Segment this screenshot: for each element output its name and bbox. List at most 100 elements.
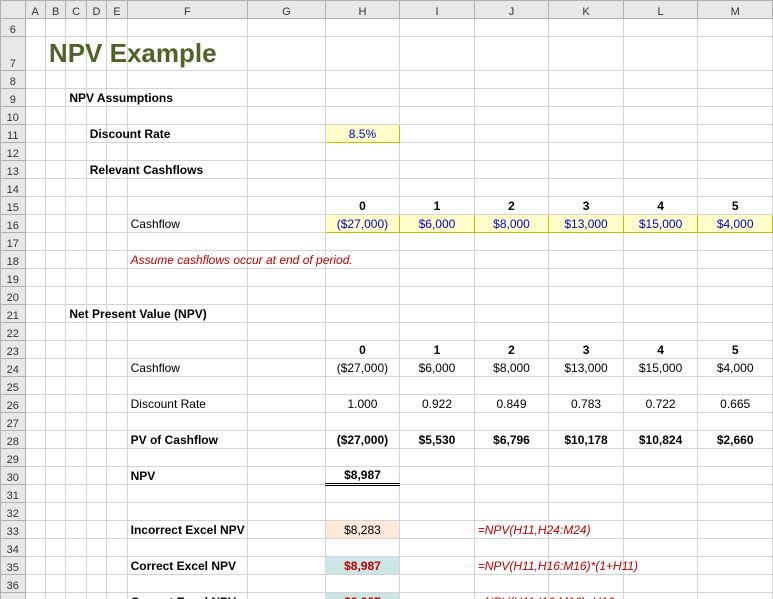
row-36[interactable]: 36 bbox=[1, 575, 773, 593]
cell-F30[interactable]: NPV bbox=[127, 467, 247, 485]
cell-L24[interactable]: $15,000 bbox=[623, 359, 698, 377]
row-16[interactable]: 16 Cashflow ($27,000) $6,000 $8,000 $13,… bbox=[1, 215, 773, 233]
col-header-I[interactable]: I bbox=[400, 1, 475, 19]
row-header-15[interactable]: 15 bbox=[1, 197, 26, 215]
cell-H15[interactable]: 0 bbox=[325, 197, 400, 215]
col-header-F[interactable]: F bbox=[127, 1, 247, 19]
row-7[interactable]: 7 NPV Example bbox=[1, 37, 773, 71]
row-12[interactable]: 12 bbox=[1, 143, 773, 161]
cell-I15[interactable]: 1 bbox=[400, 197, 475, 215]
row-header-21[interactable]: 21 bbox=[1, 305, 26, 323]
row-header-16[interactable]: 16 bbox=[1, 215, 26, 233]
row-37[interactable]: 37 Correct Excel NPV $8,987 =NPV(H11,I16… bbox=[1, 593, 773, 599]
cell-J35[interactable]: =NPV(H11,H16:M16)*(1+H11) bbox=[474, 557, 549, 575]
row-header-19[interactable]: 19 bbox=[1, 269, 26, 287]
row-34[interactable]: 34 bbox=[1, 539, 773, 557]
cell-J37[interactable]: =NPV(H11,I16:M16)+H16 bbox=[474, 593, 549, 599]
cell-J23[interactable]: 2 bbox=[474, 341, 549, 359]
cell-D11[interactable]: Discount Rate bbox=[86, 125, 106, 143]
cell-K23[interactable]: 3 bbox=[549, 341, 624, 359]
row-header-23[interactable]: 23 bbox=[1, 341, 26, 359]
row-header-35[interactable]: 35 bbox=[1, 557, 26, 575]
row-header-20[interactable]: 20 bbox=[1, 287, 26, 305]
row-26[interactable]: 26 Discount Rate 1.000 0.922 0.849 0.783… bbox=[1, 395, 773, 413]
row-header-9[interactable]: 9 bbox=[1, 89, 26, 107]
cell-I28[interactable]: $5,530 bbox=[400, 431, 475, 449]
cell-F16[interactable]: Cashflow bbox=[127, 215, 247, 233]
row-header-7[interactable]: 7 bbox=[1, 37, 26, 71]
row-18[interactable]: 18 Assume cashflows occur at end of peri… bbox=[1, 251, 773, 269]
cell-M24[interactable]: $4,000 bbox=[698, 359, 773, 377]
row-14[interactable]: 14 bbox=[1, 179, 773, 197]
row-19[interactable]: 19 bbox=[1, 269, 773, 287]
cell-C9[interactable]: NPV Assumptions bbox=[66, 89, 86, 107]
row-35[interactable]: 35 Correct Excel NPV $8,987 =NPV(H11,H16… bbox=[1, 557, 773, 575]
row-10[interactable]: 10 bbox=[1, 107, 773, 125]
col-header-J[interactable]: J bbox=[474, 1, 549, 19]
cell-L16[interactable]: $15,000 bbox=[623, 215, 698, 233]
row-header-18[interactable]: 18 bbox=[1, 251, 26, 269]
row-header-13[interactable]: 13 bbox=[1, 161, 26, 179]
cell-F24[interactable]: Cashflow bbox=[127, 359, 247, 377]
cell-F28[interactable]: PV of Cashflow bbox=[127, 431, 247, 449]
col-header-E[interactable]: E bbox=[107, 1, 127, 19]
cell-J26[interactable]: 0.849 bbox=[474, 395, 549, 413]
cell-F33[interactable]: Incorrect Excel NPV bbox=[127, 521, 247, 539]
cell-K15[interactable]: 3 bbox=[549, 197, 624, 215]
row-23[interactable]: 23 0 1 2 3 4 5 bbox=[1, 341, 773, 359]
select-all-corner[interactable] bbox=[1, 1, 26, 19]
cell-I24[interactable]: $6,000 bbox=[400, 359, 475, 377]
row-8[interactable]: 8 bbox=[1, 71, 773, 89]
cell-H33[interactable]: $8,283 bbox=[325, 521, 400, 539]
col-header-D[interactable]: D bbox=[86, 1, 106, 19]
row-13[interactable]: 13 Relevant Cashflows bbox=[1, 161, 773, 179]
cell-K16[interactable]: $13,000 bbox=[549, 215, 624, 233]
row-11[interactable]: 11 Discount Rate 8.5% bbox=[1, 125, 773, 143]
cell-B7[interactable]: NPV Example bbox=[45, 37, 65, 71]
row-header-12[interactable]: 12 bbox=[1, 143, 26, 161]
cell-K28[interactable]: $10,178 bbox=[549, 431, 624, 449]
row-header-22[interactable]: 22 bbox=[1, 323, 26, 341]
row-31[interactable]: 31 bbox=[1, 485, 773, 503]
col-header-B[interactable]: B bbox=[45, 1, 65, 19]
cell-J15[interactable]: 2 bbox=[474, 197, 549, 215]
row-header-34[interactable]: 34 bbox=[1, 539, 26, 557]
cell-I26[interactable]: 0.922 bbox=[400, 395, 475, 413]
row-header-28[interactable]: 28 bbox=[1, 431, 26, 449]
row-20[interactable]: 20 bbox=[1, 287, 773, 305]
row-29[interactable]: 29 bbox=[1, 449, 773, 467]
row-header-37[interactable]: 37 bbox=[1, 593, 26, 599]
row-15[interactable]: 15 0 1 2 3 4 5 bbox=[1, 197, 773, 215]
row-25[interactable]: 25 bbox=[1, 377, 773, 395]
row-9[interactable]: 9 NPV Assumptions bbox=[1, 89, 773, 107]
cell-I23[interactable]: 1 bbox=[400, 341, 475, 359]
row-21[interactable]: 21 Net Present Value (NPV) bbox=[1, 305, 773, 323]
cell-J16[interactable]: $8,000 bbox=[474, 215, 549, 233]
row-header-14[interactable]: 14 bbox=[1, 179, 26, 197]
cell-F26[interactable]: Discount Rate bbox=[127, 395, 247, 413]
cell-J24[interactable]: $8,000 bbox=[474, 359, 549, 377]
grid[interactable]: A B C D E F G H I J K L M 6 7 NPV Exampl… bbox=[0, 0, 773, 599]
col-header-M[interactable]: M bbox=[698, 1, 773, 19]
row-header-30[interactable]: 30 bbox=[1, 467, 26, 485]
row-28[interactable]: 28 PV of Cashflow ($27,000) $5,530 $6,79… bbox=[1, 431, 773, 449]
cell-H37[interactable]: $8,987 bbox=[325, 593, 400, 599]
row-header-11[interactable]: 11 bbox=[1, 125, 26, 143]
row-header-26[interactable]: 26 bbox=[1, 395, 26, 413]
row-header-17[interactable]: 17 bbox=[1, 233, 26, 251]
row-24[interactable]: 24 Cashflow ($27,000) $6,000 $8,000 $13,… bbox=[1, 359, 773, 377]
cell-H26[interactable]: 1.000 bbox=[325, 395, 400, 413]
cell-K26[interactable]: 0.783 bbox=[549, 395, 624, 413]
column-header-row[interactable]: A B C D E F G H I J K L M bbox=[1, 1, 773, 19]
cell-L15[interactable]: 4 bbox=[623, 197, 698, 215]
col-header-L[interactable]: L bbox=[623, 1, 698, 19]
row-header-27[interactable]: 27 bbox=[1, 413, 26, 431]
row-header-8[interactable]: 8 bbox=[1, 71, 26, 89]
row-header-6[interactable]: 6 bbox=[1, 19, 26, 37]
cell-D13[interactable]: Relevant Cashflows bbox=[86, 161, 106, 179]
cell-L26[interactable]: 0.722 bbox=[623, 395, 698, 413]
cell-M16[interactable]: $4,000 bbox=[698, 215, 773, 233]
col-header-G[interactable]: G bbox=[248, 1, 326, 19]
cell-L23[interactable]: 4 bbox=[623, 341, 698, 359]
col-header-A[interactable]: A bbox=[25, 1, 45, 19]
